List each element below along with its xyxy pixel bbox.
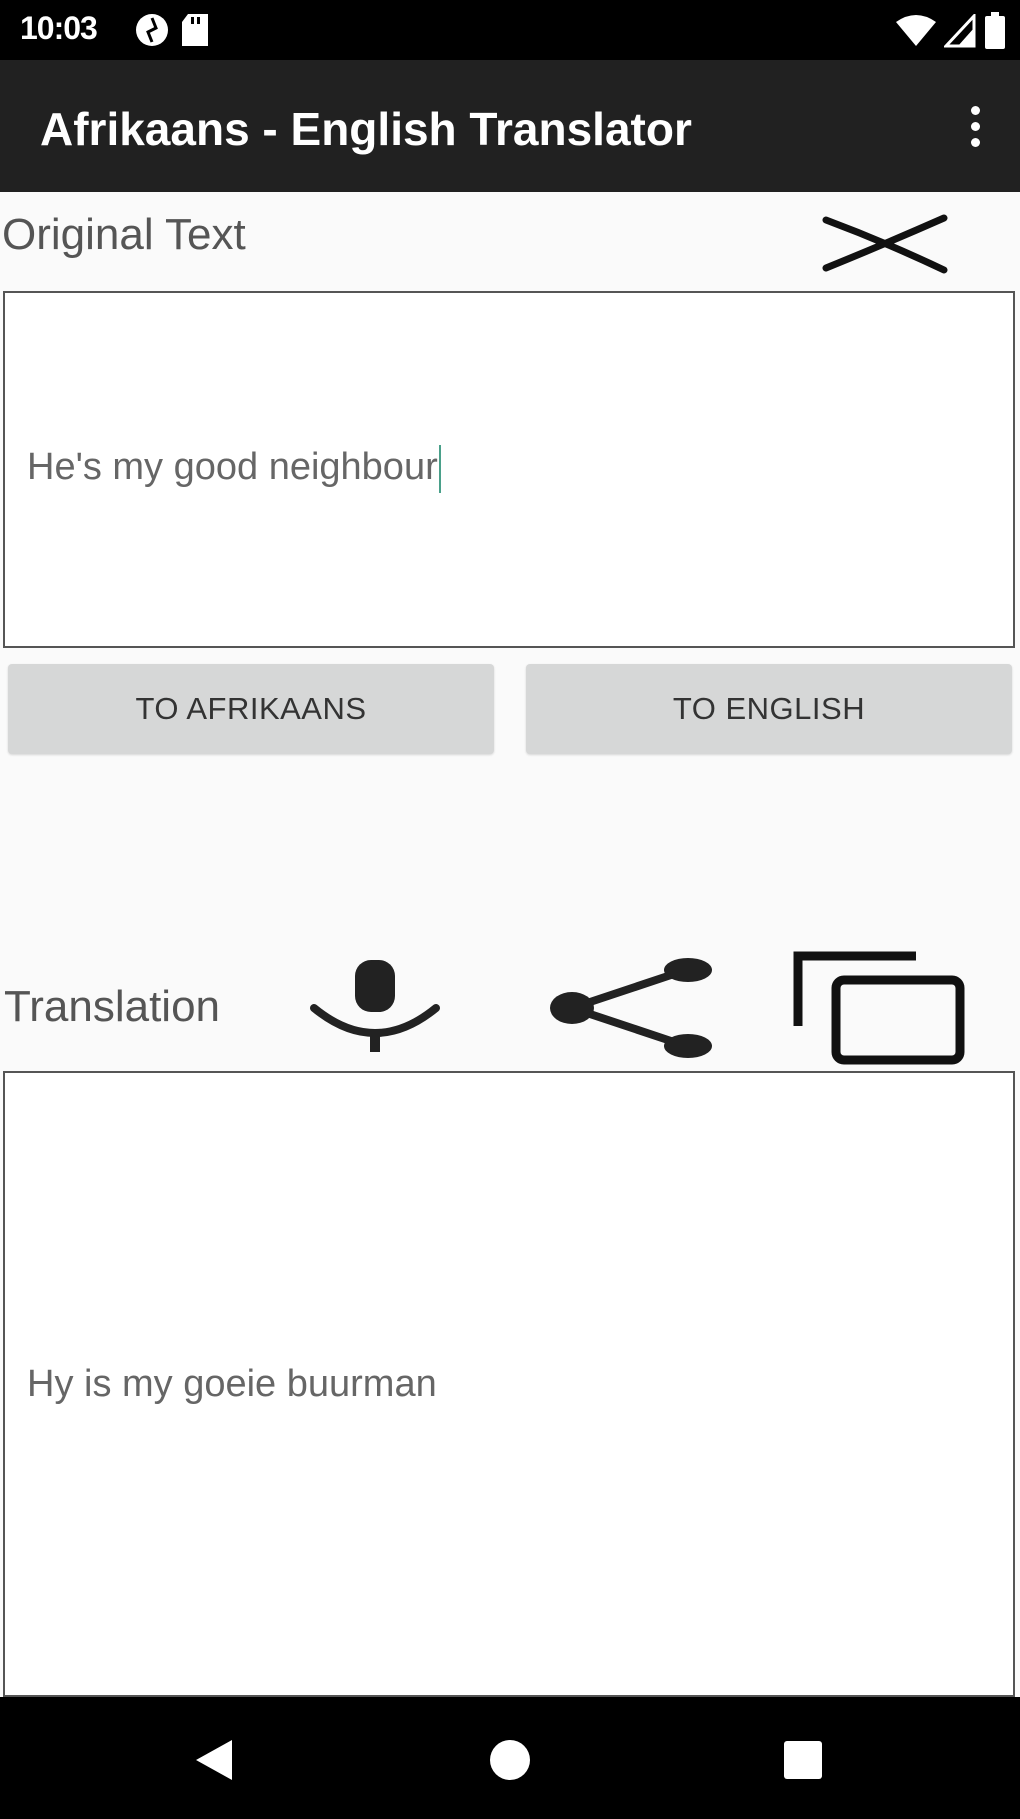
sd-card-icon — [182, 14, 208, 46]
menu-dot — [970, 105, 980, 115]
recents-icon[interactable] — [783, 1740, 823, 1780]
app-bar: Afrikaans - English Translator — [0, 60, 1020, 192]
original-text-input[interactable]: He's my good neighbour — [3, 291, 1015, 648]
to-afrikaans-button[interactable]: TO AFRIKAANS — [8, 664, 494, 754]
home-icon[interactable] — [489, 1739, 531, 1781]
original-text-label: Original Text — [2, 210, 246, 259]
battery-icon — [985, 12, 1005, 49]
status-time: 10:03 — [20, 10, 98, 46]
app-title: Afrikaans - English Translator — [40, 103, 692, 155]
copy-icon[interactable] — [792, 950, 970, 1066]
menu-dot — [970, 121, 980, 131]
text-caret — [438, 445, 441, 493]
translation-label: Translation — [4, 982, 221, 1031]
data-saver-icon — [136, 14, 168, 46]
translation-output[interactable]: Hy is my goeie buurman — [3, 1071, 1015, 1697]
status-left-icons — [134, 12, 210, 48]
close-icon[interactable] — [820, 212, 950, 276]
cell-signal-icon — [944, 14, 976, 48]
wifi-icon — [896, 15, 936, 46]
translation-value: Hy is my goeie buurman — [27, 1363, 437, 1405]
to-english-button[interactable]: TO ENGLISH — [526, 664, 1012, 754]
microphone-icon[interactable] — [310, 958, 440, 1054]
menu-dot — [970, 137, 980, 147]
status-right-icons — [896, 12, 1006, 50]
overflow-menu-icon[interactable] — [950, 94, 1000, 158]
status-bar: 10:03 — [0, 0, 1020, 60]
share-icon[interactable] — [548, 958, 716, 1060]
back-icon[interactable] — [192, 1738, 236, 1782]
original-text-value[interactable]: He's my good neighbour — [27, 445, 441, 493]
original-text-content: He's my good neighbour — [27, 446, 438, 489]
